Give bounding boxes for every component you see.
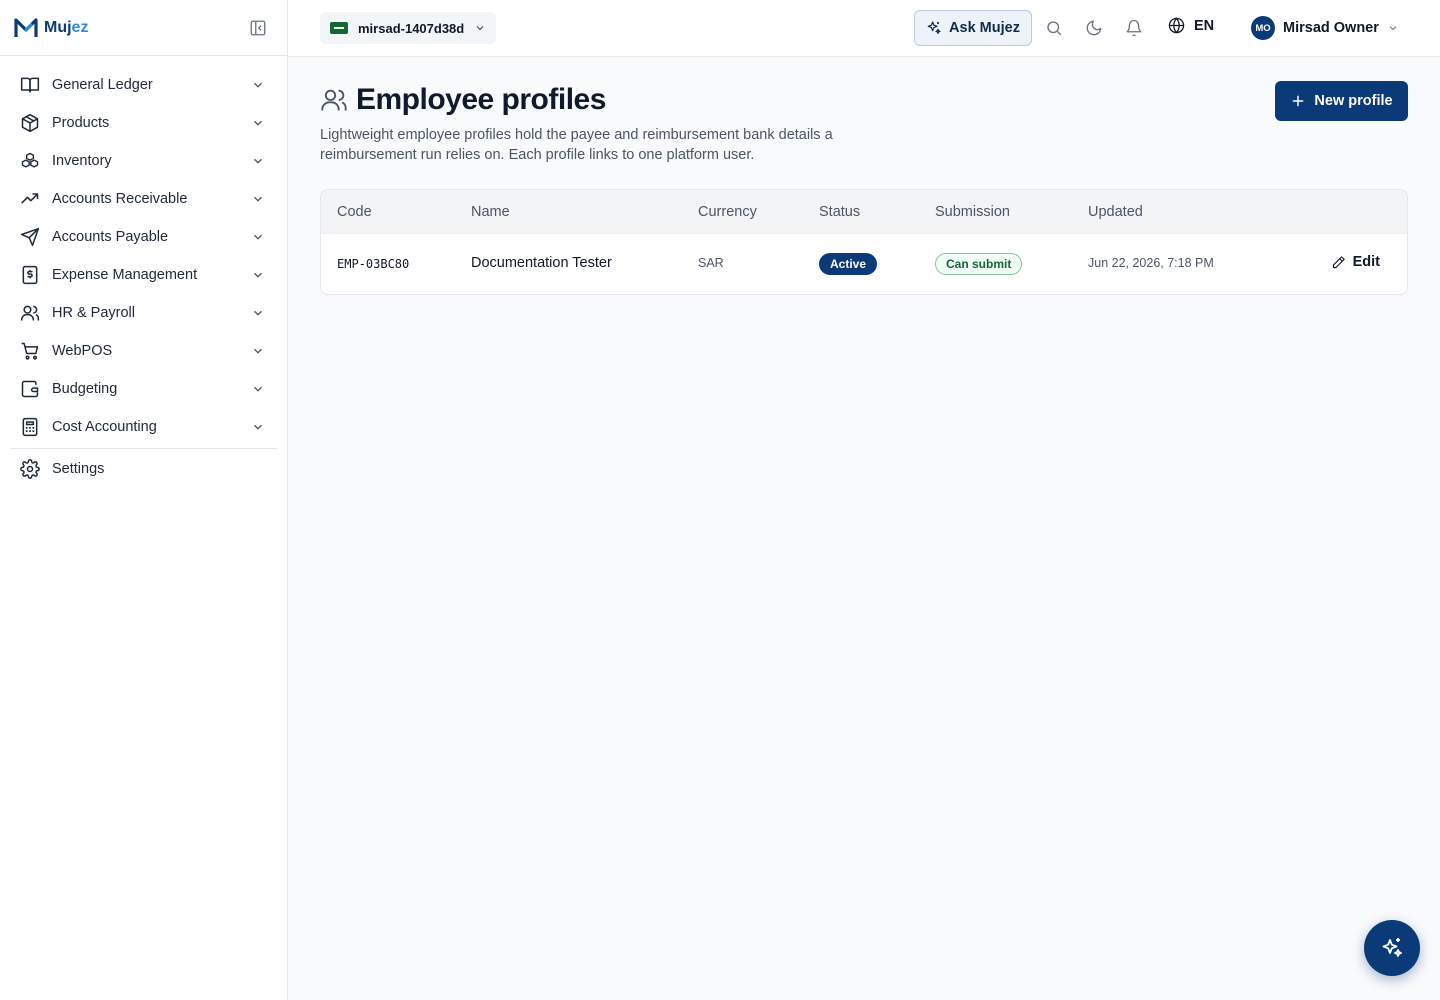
- column-header-name[interactable]: Name: [471, 204, 510, 220]
- edit-label: Edit: [1352, 254, 1380, 270]
- wallet-icon: [21, 380, 39, 398]
- sidebar-collapse-icon[interactable]: [249, 19, 267, 37]
- column-header-status[interactable]: Status: [819, 204, 860, 220]
- brand-name: Mujez: [44, 18, 89, 36]
- sidebar-item-settings[interactable]: Settings: [8, 451, 279, 487]
- send-icon: [20, 227, 40, 247]
- ask-mujez-label: Ask Mujez: [949, 20, 1020, 36]
- sidebar-item-label: Accounts Payable: [52, 229, 169, 245]
- users-icon: [321, 89, 347, 111]
- sidebar-item-webpos[interactable]: WebPOS: [8, 332, 279, 370]
- status-badge: Active: [819, 253, 878, 275]
- sidebar-item-cost-accounting[interactable]: Cost Accounting: [8, 408, 279, 446]
- chevron-down-icon: [254, 310, 262, 316]
- sidebar-item-label: Expense Management: [52, 267, 198, 283]
- sidebar-item-budgeting[interactable]: Budgeting: [8, 370, 279, 408]
- cell-code: EMP-03BC80: [337, 257, 410, 271]
- sidebar-item-label: General Ledger: [52, 77, 153, 93]
- calculator-icon: [22, 417, 38, 437]
- sidebar-item-accounts-payable[interactable]: Accounts Payable: [8, 218, 279, 256]
- chevron-down-icon: [254, 82, 262, 88]
- gear-icon: [20, 459, 40, 479]
- bell-icon[interactable]: [1125, 19, 1143, 37]
- sparkles-icon: [927, 21, 941, 34]
- user-name: Mirsad Owner: [1283, 20, 1379, 36]
- nav-divider: [10, 448, 277, 449]
- sidebar-nav: General Ledger Products Inventory Accoun…: [0, 56, 287, 487]
- users-icon: [20, 305, 40, 321]
- sidebar-item-label: HR & Payroll: [52, 305, 135, 321]
- cell-currency: SAR: [698, 256, 724, 270]
- sidebar-item-label: Inventory: [52, 153, 112, 169]
- column-header-updated[interactable]: Updated: [1088, 204, 1143, 220]
- chevron-down-icon: [254, 234, 262, 240]
- receipt-dollar-icon: [22, 265, 38, 285]
- chevron-down-icon: [254, 348, 262, 354]
- sidebar-item-general-ledger[interactable]: General Ledger: [8, 66, 279, 104]
- book-open-icon: [20, 77, 40, 93]
- language-label: EN: [1194, 17, 1215, 34]
- chevron-down-icon: [254, 386, 262, 392]
- chevron-down-icon: [254, 120, 262, 126]
- column-header-currency[interactable]: Currency: [698, 204, 757, 220]
- trending-up-icon: [21, 193, 39, 204]
- org-switcher[interactable]: mirsad-1407d38d: [320, 12, 497, 44]
- globe-icon: [1168, 17, 1185, 34]
- chevron-down-icon: [476, 26, 484, 31]
- sidebar-item-accounts-receivable[interactable]: Accounts Receivable: [8, 180, 279, 218]
- package-icon: [21, 113, 39, 133]
- user-menu[interactable]: MO Mirsad Owner: [1251, 16, 1399, 40]
- chevron-down-icon: [1389, 26, 1397, 31]
- ai-assistant-button[interactable]: [1364, 920, 1420, 976]
- cell-updated: Jun 22, 2026, 7:18 PM: [1088, 256, 1214, 270]
- column-header-submission[interactable]: Submission: [935, 204, 1010, 220]
- sidebar: Mujez General Ledger Products Inventory …: [0, 0, 288, 1000]
- sidebar-item-inventory[interactable]: Inventory: [8, 142, 279, 180]
- sparkles-icon: [1382, 938, 1402, 957]
- boxes-icon: [21, 152, 39, 168]
- employee-profiles-table: Code Name Currency Status Submission Upd…: [320, 189, 1408, 295]
- search-icon[interactable]: [1045, 19, 1063, 37]
- chevron-down-icon: [254, 196, 262, 202]
- page-description: Lightweight employee profiles hold the p…: [320, 127, 833, 163]
- cell-name: Documentation Tester: [471, 255, 612, 271]
- shopping-cart-icon: [21, 342, 39, 360]
- page-header: Employee profiles: [320, 83, 606, 117]
- table-row[interactable]: EMP-03BC80 Documentation Tester SAR Acti…: [321, 234, 1407, 294]
- org-name: mirsad-1407d38d: [358, 20, 465, 36]
- chevron-down-icon: [254, 424, 262, 430]
- mujez-logo: [14, 17, 38, 37]
- top-header: mirsad-1407d38d Ask Mujez EN MO Mirsad O…: [288, 0, 1440, 57]
- submission-badge: Can submit: [935, 253, 1023, 275]
- edit-button[interactable]: Edit: [1331, 254, 1380, 270]
- moon-icon[interactable]: [1085, 19, 1103, 37]
- avatar: MO: [1251, 16, 1275, 40]
- sidebar-item-label: Accounts Receivable: [52, 191, 188, 207]
- sidebar-item-label: Products: [52, 115, 110, 131]
- sidebar-item-label: WebPOS: [52, 343, 113, 359]
- sidebar-item-products[interactable]: Products: [8, 104, 279, 142]
- new-profile-button[interactable]: New profile: [1275, 81, 1408, 121]
- ask-mujez-button[interactable]: Ask Mujez: [914, 10, 1032, 46]
- pencil-icon: [1332, 255, 1345, 268]
- sidebar-item-label: Settings: [52, 461, 105, 477]
- sidebar-item-label: Cost Accounting: [52, 419, 157, 435]
- table-header: Code Name Currency Status Submission Upd…: [321, 190, 1407, 234]
- sidebar-item-hr-payroll[interactable]: HR & Payroll: [8, 294, 279, 332]
- main-content: Employee profiles Lightweight employee p…: [288, 57, 1440, 1000]
- plus-icon: [1293, 95, 1304, 107]
- sidebar-item-label: Budgeting: [52, 381, 118, 397]
- chevron-down-icon: [254, 272, 262, 278]
- chevron-down-icon: [254, 158, 262, 164]
- brand: Mujez: [0, 0, 287, 56]
- sidebar-item-expense-management[interactable]: Expense Management: [8, 256, 279, 294]
- page-title: Employee profiles: [356, 83, 606, 116]
- saudi-flag-icon: [330, 22, 348, 34]
- column-header-code[interactable]: Code: [337, 204, 372, 220]
- new-profile-label: New profile: [1314, 93, 1393, 109]
- language-selector[interactable]: EN: [1168, 17, 1214, 34]
